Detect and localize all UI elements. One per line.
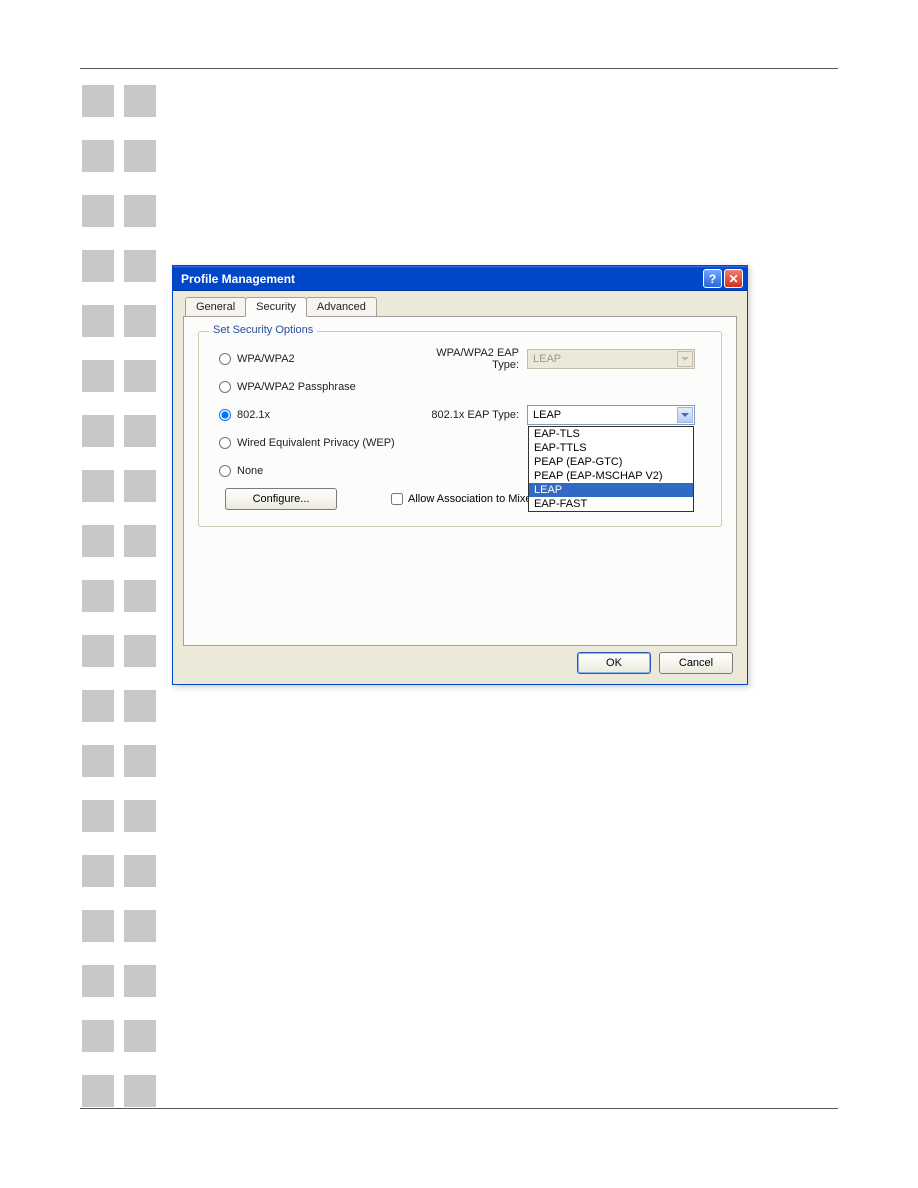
- 8021x-eap-type-combo[interactable]: LEAP EAP-TLS EAP-TTLS PEAP (EAP-GTC) PEA…: [527, 405, 695, 425]
- group-title: Set Security Options: [209, 324, 317, 336]
- eap-option[interactable]: EAP-TLS: [529, 427, 693, 441]
- tab-general[interactable]: General: [185, 297, 246, 316]
- wpa-eap-type-label: WPA/WPA2 EAP Type:: [409, 347, 527, 371]
- 8021x-eap-type-label: 802.1x EAP Type:: [409, 409, 527, 421]
- tab-security[interactable]: Security: [245, 297, 307, 317]
- page-rule-bottom: [80, 1108, 838, 1109]
- eap-option[interactable]: EAP-TTLS: [529, 441, 693, 455]
- radio-none-label[interactable]: None: [237, 465, 263, 477]
- eap-option[interactable]: EAP-FAST: [529, 497, 693, 511]
- help-icon: ?: [709, 272, 716, 286]
- tab-advanced[interactable]: Advanced: [306, 297, 377, 316]
- radio-wep-label[interactable]: Wired Equivalent Privacy (WEP): [237, 437, 395, 449]
- dialog-button-row: OK Cancel: [577, 652, 733, 674]
- radio-wpa-passphrase-label[interactable]: WPA/WPA2 Passphrase: [237, 381, 356, 393]
- chevron-down-icon[interactable]: [677, 407, 693, 423]
- close-icon: ✕: [728, 272, 738, 286]
- security-panel: Set Security Options WPA/WPA2 WPA/WPA2 E…: [183, 316, 737, 646]
- eap-option-selected[interactable]: LEAP: [529, 483, 693, 497]
- wpa-eap-type-combo: LEAP: [527, 349, 695, 369]
- 8021x-eap-type-value: LEAP: [533, 409, 561, 421]
- radio-wpa-passphrase[interactable]: [219, 381, 231, 393]
- configure-button[interactable]: Configure...: [225, 488, 337, 510]
- radio-8021x-label[interactable]: 802.1x: [237, 409, 270, 421]
- tab-row: General Security Advanced: [173, 291, 747, 316]
- profile-management-dialog: Profile Management ? ✕ General Security …: [172, 265, 748, 685]
- radio-wep[interactable]: [219, 437, 231, 449]
- radio-wpa[interactable]: [219, 353, 231, 365]
- cancel-button[interactable]: Cancel: [659, 652, 733, 674]
- eap-option[interactable]: PEAP (EAP-GTC): [529, 455, 693, 469]
- chevron-down-icon: [677, 351, 693, 367]
- dialog-title: Profile Management: [181, 272, 295, 286]
- eap-option[interactable]: PEAP (EAP-MSCHAP V2): [529, 469, 693, 483]
- radio-8021x[interactable]: [219, 409, 231, 421]
- sidebar-decoration: [82, 85, 156, 1107]
- security-options-group: Set Security Options WPA/WPA2 WPA/WPA2 E…: [198, 331, 722, 527]
- page-rule-top: [80, 68, 838, 69]
- 8021x-eap-dropdown[interactable]: EAP-TLS EAP-TTLS PEAP (EAP-GTC) PEAP (EA…: [528, 426, 694, 512]
- help-button[interactable]: ?: [703, 269, 722, 288]
- ok-button[interactable]: OK: [577, 652, 651, 674]
- radio-none[interactable]: [219, 465, 231, 477]
- close-button[interactable]: ✕: [724, 269, 743, 288]
- radio-wpa-label[interactable]: WPA/WPA2: [237, 353, 295, 365]
- titlebar[interactable]: Profile Management ? ✕: [173, 266, 747, 291]
- allow-mixed-checkbox[interactable]: [391, 493, 403, 505]
- wpa-eap-type-value: LEAP: [533, 353, 561, 365]
